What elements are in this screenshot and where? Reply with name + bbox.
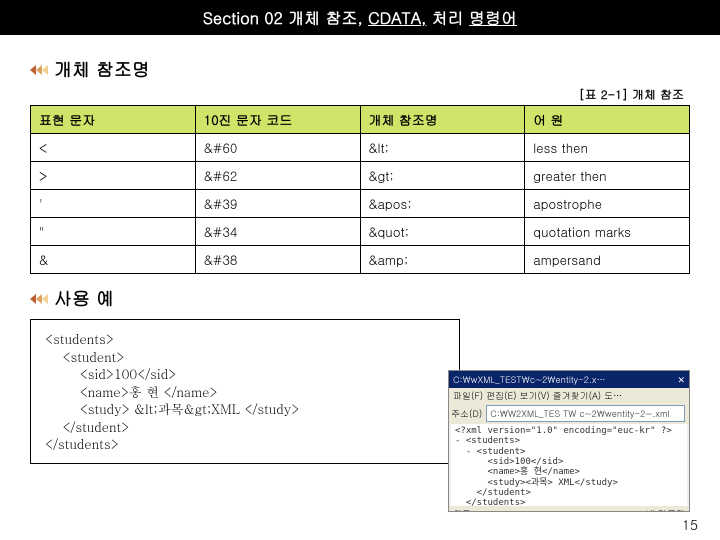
cell: < xyxy=(31,134,196,162)
table-row: & &#38 &amp; ampersand xyxy=(31,246,690,274)
page-number: 15 xyxy=(682,514,698,534)
table-caption: [표 2-1] 개체 참조 xyxy=(30,86,684,103)
close-icon: ✕ xyxy=(677,373,685,386)
table-row: ' &#39 &apos; apostrophe xyxy=(31,190,690,218)
cell: &gt; xyxy=(360,162,525,190)
cell: &lt; xyxy=(360,134,525,162)
section-title: Section 02 개체 참조, CDATA, 처리 명령어 xyxy=(0,0,720,35)
cell: & xyxy=(31,246,196,274)
thumb-status-right: 내 컴퓨터 xyxy=(646,507,685,512)
col-entity-ref: 개체 참조명 xyxy=(360,106,525,134)
col-dec-code: 10진 문자 코드 xyxy=(195,106,360,134)
cell: ' xyxy=(31,190,196,218)
cell: &#34 xyxy=(195,218,360,246)
col-expr-char: 표현 문자 xyxy=(31,106,196,134)
cell: ampersand xyxy=(525,246,690,274)
table-row: < &#60 &lt; less then xyxy=(31,134,690,162)
title-underline-2: 명령어 xyxy=(469,6,517,29)
cell: &#39 xyxy=(195,190,360,218)
cell: &#60 xyxy=(195,134,360,162)
bullet-icon xyxy=(30,63,48,77)
code-example: <students> <student> <sid>100</sid> <nam… xyxy=(30,319,460,464)
cell: &#62 xyxy=(195,162,360,190)
bullet-icon xyxy=(30,292,48,306)
browser-thumbnail: C:\wXML_TEST\c~2\entity-2.x… ✕ 파일(F) 편집(… xyxy=(448,370,690,512)
cell: &quot; xyxy=(360,218,525,246)
title-underline-1: CDATA, xyxy=(368,6,426,29)
col-origin: 어 원 xyxy=(525,106,690,134)
cell: &amp; xyxy=(360,246,525,274)
thumb-addr-label: 주소(D) xyxy=(451,407,482,420)
thumb-title: C:\wXML_TEST\c~2\entity-2.x… xyxy=(453,373,605,386)
cell: &#38 xyxy=(195,246,360,274)
thumb-status-left: 완료 xyxy=(453,507,471,512)
thumb-body: <?xml version="1.0" encoding="euc-kr" ?>… xyxy=(451,424,687,506)
cell: quotation marks xyxy=(525,218,690,246)
cell: apostrophe xyxy=(525,190,690,218)
table-header-row: 표현 문자 10진 문자 코드 개체 참조명 어 원 xyxy=(31,106,690,134)
table-row: " &#34 &quot; quotation marks xyxy=(31,218,690,246)
cell: " xyxy=(31,218,196,246)
cell: &apos; xyxy=(360,190,525,218)
heading-usage-example: 사용 예 xyxy=(54,286,114,311)
table-row: > &#62 &gt; greater then xyxy=(31,162,690,190)
title-prefix: Section 02 개체 참조, xyxy=(203,6,368,29)
heading-entity-ref: 개체 참조명 xyxy=(54,57,150,82)
cell: greater then xyxy=(525,162,690,190)
thumb-address: C:\W2XML_TES TW c~2\wentity-2~.xml xyxy=(486,405,685,422)
thumb-menu: 파일(F) 편집(E) 보기(V) 즐겨찾기(A) 도… xyxy=(449,388,689,403)
heading-row-1: 개체 참조명 xyxy=(30,57,690,82)
cell: > xyxy=(31,162,196,190)
entity-ref-table: 표현 문자 10진 문자 코드 개체 참조명 어 원 < &#60 &lt; l… xyxy=(30,105,690,274)
heading-row-2: 사용 예 xyxy=(30,286,690,311)
title-mid: 처리 xyxy=(426,6,469,29)
cell: less then xyxy=(525,134,690,162)
